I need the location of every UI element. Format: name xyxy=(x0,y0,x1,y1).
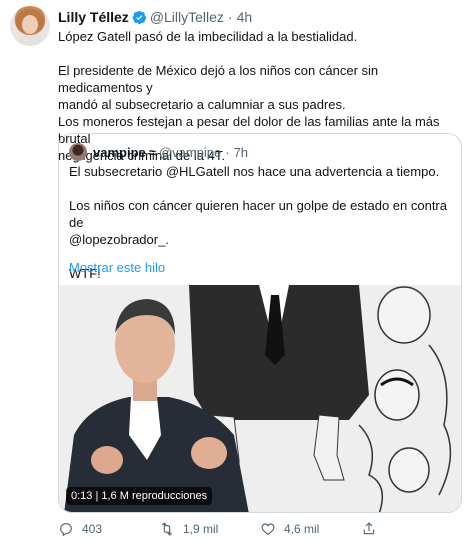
video-player[interactable]: 0:13 | 1,6 M reproducciones xyxy=(59,285,461,512)
separator-dot: · xyxy=(225,144,230,160)
retweet-icon xyxy=(161,522,173,536)
quoted-line: Los niños con cáncer quieren hacer un go… xyxy=(69,198,447,230)
retweet-button[interactable]: 1,9 mil xyxy=(159,521,260,537)
quoted-line: @lopezobrador_. xyxy=(69,232,169,247)
quoted-time: 7h xyxy=(233,144,249,160)
author-name[interactable]: Lilly Téllez xyxy=(58,9,129,25)
author-handle[interactable]: @LillyTellez xyxy=(150,9,224,25)
reply-button[interactable]: 403 xyxy=(58,521,159,537)
tweet-line: López Gatell pasó de la imbecilidad a la… xyxy=(58,29,358,44)
quoted-author-avatar xyxy=(69,143,87,161)
reply-icon xyxy=(60,523,72,537)
video-view-badge: 0:13 | 1,6 M reproducciones xyxy=(66,487,213,505)
like-icon xyxy=(261,523,275,535)
quoted-blank-line xyxy=(69,180,453,197)
tweet-paragraph-1: López Gatell pasó de la imbecilidad a la… xyxy=(58,28,462,45)
separator-dot: · xyxy=(227,9,233,25)
share-icon xyxy=(363,522,375,535)
tweet-time[interactable]: 4h xyxy=(237,9,253,25)
like-button[interactable]: 4,6 mil xyxy=(260,521,361,537)
quoted-line: El subsecretario @HLGatell nos hace una … xyxy=(69,164,440,179)
tweet-line: mandó al subsecretario a calumniar a sus… xyxy=(58,97,346,112)
tweet-line: El presidente de México dejó a los niños… xyxy=(58,63,379,95)
quoted-header: vampipe ≈ @vampipe · 7h xyxy=(69,143,248,161)
reply-count: 403 xyxy=(82,522,103,536)
quoted-handle: @vampipe xyxy=(158,144,222,160)
author-avatar[interactable] xyxy=(10,6,50,46)
tweet-header: Lilly Téllez @LillyTellez · 4h xyxy=(58,8,252,26)
like-count: 4,6 mil xyxy=(284,522,320,536)
retweet-count: 1,9 mil xyxy=(183,522,219,536)
quoted-author-name: vampipe xyxy=(93,144,146,160)
video-frame xyxy=(59,285,461,512)
quoted-name-symbol: ≈ xyxy=(148,144,156,160)
tweet-actions: 403 1,9 mil 4,6 mil xyxy=(58,518,462,540)
verified-badge-icon xyxy=(132,10,146,24)
show-thread-link[interactable]: Mostrar este hilo xyxy=(69,260,165,275)
share-button[interactable] xyxy=(361,521,462,537)
quoted-tweet[interactable]: vampipe ≈ @vampipe · 7h El subsecretario… xyxy=(58,133,462,513)
tweet[interactable]: Lilly Téllez @LillyTellez · 4h López Gat… xyxy=(0,0,474,545)
